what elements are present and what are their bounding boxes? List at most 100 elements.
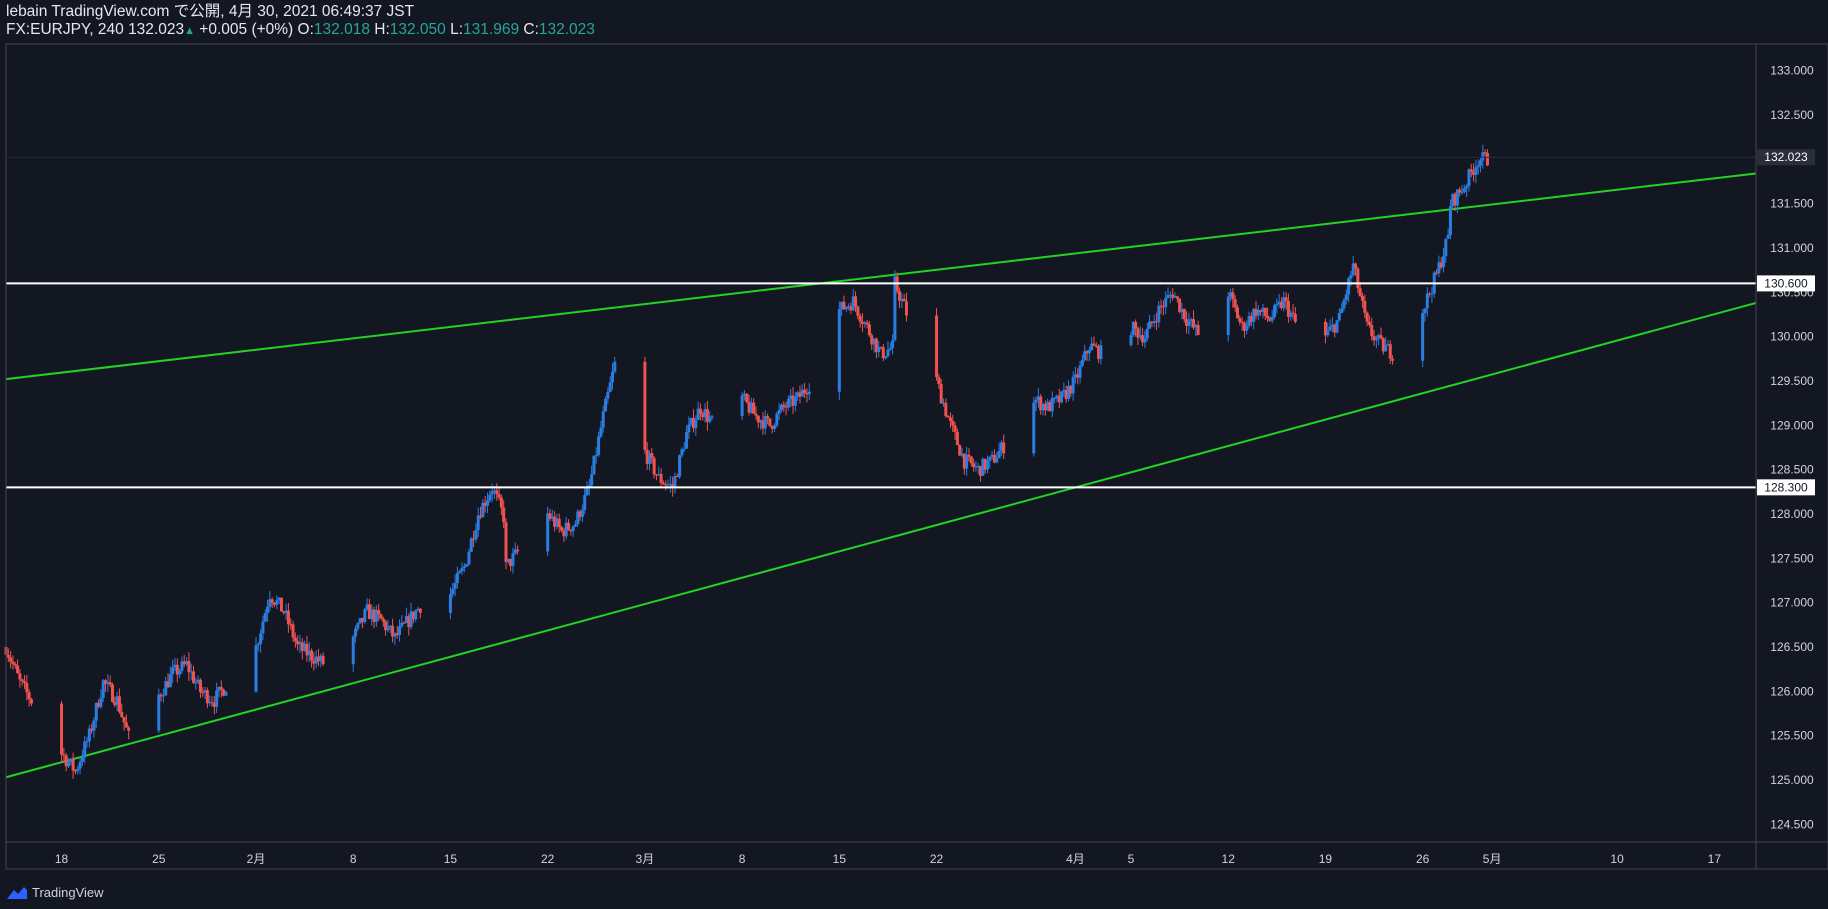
candle-body[interactable] bbox=[1134, 321, 1138, 329]
candle-body[interactable] bbox=[659, 473, 663, 484]
candle-body[interactable] bbox=[1226, 296, 1230, 336]
candle-body[interactable] bbox=[254, 645, 258, 692]
candle-body[interactable] bbox=[1356, 268, 1360, 289]
candle-body[interactable] bbox=[1462, 188, 1466, 193]
candle-body[interactable] bbox=[867, 324, 871, 336]
candle-body[interactable] bbox=[205, 690, 209, 704]
candle-body[interactable] bbox=[488, 494, 492, 501]
candle-body[interactable] bbox=[1465, 186, 1469, 189]
candle-body[interactable] bbox=[698, 408, 702, 414]
candle-body[interactable] bbox=[1344, 294, 1348, 301]
candle-body[interactable] bbox=[1092, 343, 1096, 346]
candle-body[interactable] bbox=[844, 306, 848, 310]
candle-body[interactable] bbox=[803, 389, 807, 394]
candle-body[interactable] bbox=[944, 402, 948, 416]
candle-body[interactable] bbox=[1270, 316, 1274, 321]
candle-body[interactable] bbox=[1349, 275, 1353, 279]
candle-body[interactable] bbox=[171, 667, 175, 675]
candle-body[interactable] bbox=[1187, 321, 1191, 326]
candle-body[interactable] bbox=[606, 391, 610, 399]
candle-body[interactable] bbox=[76, 768, 80, 771]
candle-body[interactable] bbox=[1080, 359, 1084, 366]
candle-body[interactable] bbox=[1354, 263, 1358, 269]
candle-body[interactable] bbox=[682, 448, 686, 450]
candle-body[interactable] bbox=[1235, 307, 1239, 319]
candle-body[interactable] bbox=[1266, 315, 1270, 319]
candle-body[interactable] bbox=[1196, 325, 1200, 336]
candle-body[interactable] bbox=[1275, 303, 1279, 306]
candle-body[interactable] bbox=[1337, 312, 1341, 321]
candle-body[interactable] bbox=[157, 694, 161, 731]
candle-body[interactable] bbox=[9, 657, 13, 662]
candle-body[interactable] bbox=[710, 416, 714, 418]
candle-body[interactable] bbox=[504, 522, 508, 563]
candle-body[interactable] bbox=[198, 679, 202, 693]
candle-body[interactable] bbox=[594, 454, 598, 456]
candle-body[interactable] bbox=[1363, 300, 1367, 313]
candle-body[interactable] bbox=[773, 425, 777, 429]
candle-body[interactable] bbox=[592, 455, 596, 475]
candle-body[interactable] bbox=[275, 600, 279, 605]
candle-body[interactable] bbox=[462, 566, 466, 568]
candle-body[interactable] bbox=[418, 608, 422, 613]
candle-body[interactable] bbox=[321, 655, 325, 665]
candle-body[interactable] bbox=[187, 661, 191, 673]
candle-body[interactable] bbox=[1448, 206, 1452, 235]
candle-body[interactable] bbox=[1458, 189, 1462, 193]
candle-body[interactable] bbox=[766, 416, 770, 419]
candle-body[interactable] bbox=[210, 701, 214, 703]
candle-body[interactable] bbox=[972, 463, 976, 468]
candle-body[interactable] bbox=[356, 623, 360, 629]
candle-body[interactable] bbox=[1263, 307, 1267, 316]
candle-body[interactable] bbox=[745, 393, 749, 403]
candle-body[interactable] bbox=[1129, 335, 1133, 346]
candle-body[interactable] bbox=[1367, 321, 1371, 325]
candle-body[interactable] bbox=[270, 599, 274, 603]
candle-body[interactable] bbox=[608, 382, 612, 392]
candle-body[interactable] bbox=[516, 549, 520, 552]
candle-body[interactable] bbox=[1032, 402, 1036, 454]
candle-body[interactable] bbox=[460, 567, 464, 572]
candle-body[interactable] bbox=[1143, 338, 1147, 343]
candle-body[interactable] bbox=[1391, 358, 1395, 361]
candle-body[interactable] bbox=[955, 431, 959, 446]
candle-body[interactable] bbox=[110, 684, 114, 703]
tradingview-branding[interactable]: TradingView bbox=[6, 885, 104, 900]
candle-body[interactable] bbox=[793, 396, 797, 406]
candle-body[interactable] bbox=[1326, 330, 1330, 336]
candle-body[interactable] bbox=[259, 633, 263, 644]
candle-body[interactable] bbox=[708, 417, 712, 422]
candle-body[interactable] bbox=[414, 610, 418, 620]
candle-body[interactable] bbox=[580, 509, 584, 518]
candle-body[interactable] bbox=[1238, 318, 1242, 322]
candle-body[interactable] bbox=[1175, 296, 1179, 299]
candle-body[interactable] bbox=[904, 301, 908, 316]
candle-body[interactable] bbox=[613, 361, 617, 372]
candle-body[interactable] bbox=[888, 348, 892, 350]
candle-body[interactable] bbox=[1291, 312, 1295, 314]
candle-body[interactable] bbox=[650, 453, 654, 459]
candle-body[interactable] bbox=[448, 594, 452, 613]
candle-body[interactable] bbox=[453, 583, 457, 590]
candle-body[interactable] bbox=[837, 309, 841, 392]
candle-body[interactable] bbox=[1071, 376, 1075, 394]
candle-body[interactable] bbox=[1157, 305, 1161, 323]
candle-body[interactable] bbox=[937, 377, 941, 385]
candle-body[interactable] bbox=[969, 456, 973, 464]
candle-body[interactable] bbox=[1474, 167, 1478, 175]
candle-body[interactable] bbox=[192, 671, 195, 683]
candle-body[interactable] bbox=[490, 491, 494, 495]
candle-body[interactable] bbox=[474, 530, 478, 540]
candle-body[interactable] bbox=[117, 696, 121, 712]
candle-body[interactable] bbox=[560, 527, 564, 531]
candle-body[interactable] bbox=[1164, 297, 1168, 307]
candle-body[interactable] bbox=[379, 614, 383, 619]
candle-body[interactable] bbox=[1293, 313, 1297, 322]
candle-body[interactable] bbox=[1365, 312, 1369, 322]
candle-body[interactable] bbox=[386, 627, 390, 631]
candle-body[interactable] bbox=[354, 628, 358, 637]
candle-body[interactable] bbox=[939, 384, 943, 404]
candle-body[interactable] bbox=[1053, 397, 1057, 399]
candle-body[interactable] bbox=[988, 456, 992, 461]
candle-body[interactable] bbox=[194, 682, 198, 684]
